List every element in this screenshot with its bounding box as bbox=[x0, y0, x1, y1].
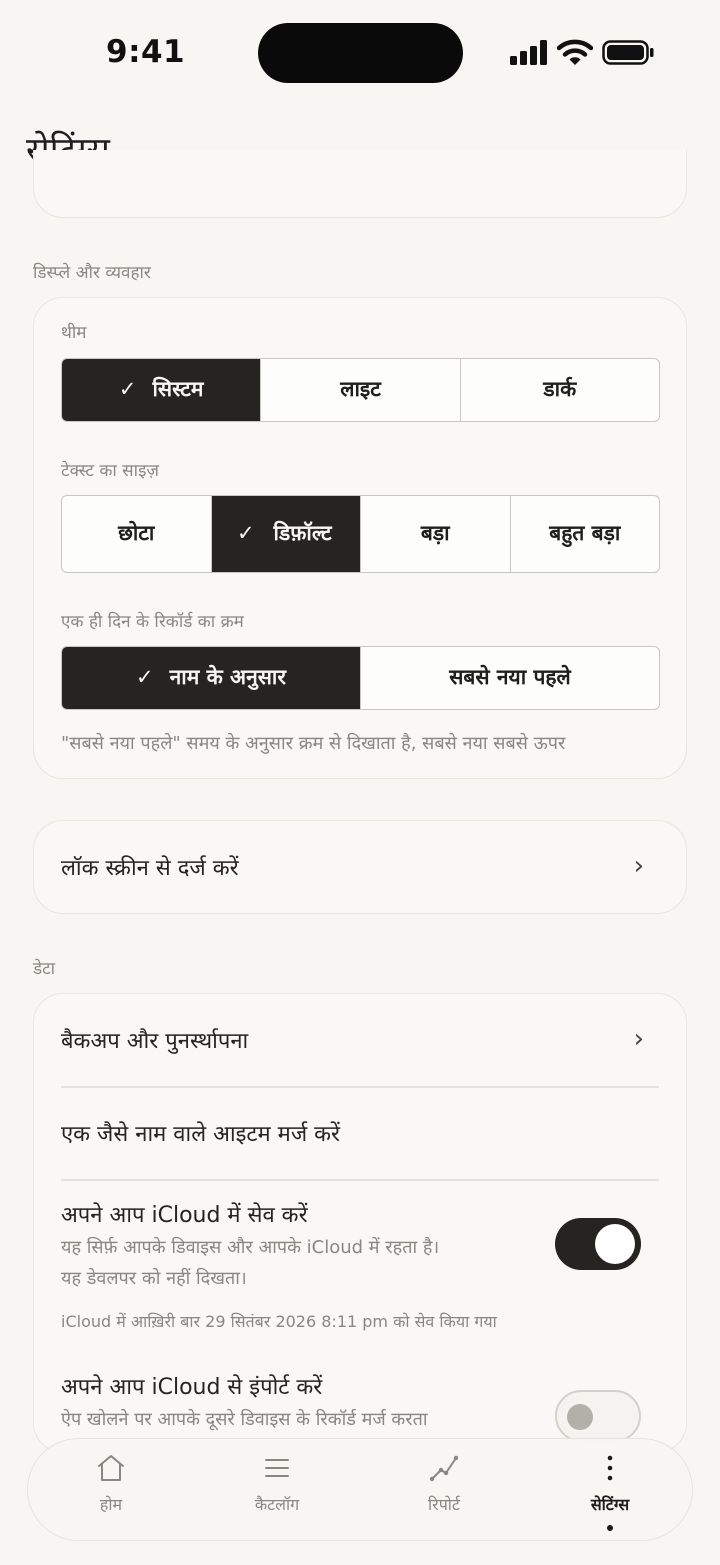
chevron-right-icon: › bbox=[633, 851, 644, 881]
record-order-option-by-name[interactable]: ✓ नाम के अनुसार bbox=[62, 647, 361, 709]
theme-segmented-control: ✓ सिस्टम लाइट डार्क bbox=[61, 358, 660, 422]
status-time: 9:41 bbox=[106, 34, 186, 70]
data-settings-card: बैकअप और पुनर्स्थापना › एक जैसे नाम वाले… bbox=[33, 993, 687, 1453]
auto-import-toggle[interactable] bbox=[555, 1390, 641, 1442]
section-label-data: डेटा bbox=[33, 959, 56, 979]
theme-option-label: सिस्टम bbox=[152, 377, 204, 402]
theme-option-system[interactable]: ✓ सिस्टम bbox=[62, 359, 262, 421]
auto-save-title: अपने आप iCloud में सेव करें bbox=[61, 1203, 308, 1228]
more-vertical-icon bbox=[607, 1455, 613, 1481]
theme-option-label: लाइट bbox=[340, 377, 381, 402]
tab-catalog[interactable]: कैटलॉग bbox=[194, 1439, 360, 1542]
theme-option-label: डार्क bbox=[543, 377, 577, 402]
status-bar: 9:41 bbox=[0, 0, 720, 105]
chart-icon bbox=[429, 1455, 459, 1482]
merge-items-label: एक जैसे नाम वाले आइटम मर्ज करें bbox=[61, 1122, 341, 1147]
tab-label: कैटलॉग bbox=[254, 1495, 300, 1514]
wifi-icon bbox=[557, 39, 593, 65]
active-tab-indicator bbox=[607, 1525, 613, 1531]
tab-label: सेटिंग्स bbox=[590, 1495, 630, 1514]
text-size-option-label: बड़ा bbox=[420, 521, 450, 546]
list-icon bbox=[265, 1459, 289, 1477]
record-order-option-label: सबसे नया पहले bbox=[449, 665, 571, 690]
auto-import-title: अपने आप iCloud से इंपोर्ट करें bbox=[61, 1375, 323, 1400]
tab-report[interactable]: रिपोर्ट bbox=[361, 1439, 527, 1542]
toggle-knob bbox=[595, 1224, 635, 1264]
tab-label: होम bbox=[99, 1495, 123, 1514]
text-size-option-label: डिफ़ॉल्ट bbox=[273, 521, 332, 546]
battery-icon bbox=[602, 40, 654, 65]
auto-save-toggle[interactable] bbox=[555, 1218, 641, 1270]
backup-restore-row[interactable]: बैकअप और पुनर्स्थापना › bbox=[34, 994, 686, 1087]
section-label-display: डिस्प्ले और व्यवहार bbox=[33, 263, 151, 283]
record-order-option-newest-first[interactable]: सबसे नया पहले bbox=[361, 647, 659, 709]
record-order-hint: "सबसे नया पहले" समय के अनुसार क्रम से दि… bbox=[61, 733, 566, 754]
text-size-label: टेक्स्ट का साइज़ bbox=[61, 461, 160, 481]
display-settings-card: थीम ✓ सिस्टम लाइट डार्क टेक्स्ट का साइज़… bbox=[33, 297, 687, 779]
tab-label: रिपोर्ट bbox=[428, 1495, 460, 1514]
text-size-option-xlarge[interactable]: बहुत बड़ा bbox=[511, 496, 660, 572]
text-size-option-label: बहुत बड़ा bbox=[549, 521, 621, 546]
record-order-label: एक ही दिन के रिकॉर्ड का क्रम bbox=[61, 612, 244, 632]
text-size-option-default[interactable]: ✓ डिफ़ॉल्ट bbox=[211, 496, 361, 572]
toggle-knob bbox=[567, 1404, 593, 1430]
divider bbox=[61, 1179, 659, 1181]
lock-screen-entry-label: लॉक स्क्रीन से दर्ज करें bbox=[61, 856, 239, 881]
lock-screen-entry-row[interactable]: लॉक स्क्रीन से दर्ज करें › bbox=[33, 820, 687, 914]
backup-restore-label: बैकअप और पुनर्स्थापना bbox=[61, 1029, 249, 1054]
record-order-segmented-control: ✓ नाम के अनुसार सबसे नया पहले bbox=[61, 646, 660, 710]
text-size-option-large[interactable]: बड़ा bbox=[361, 496, 511, 572]
previous-card bbox=[33, 150, 687, 218]
auto-import-description: ऐप खोलने पर आपके दूसरे डिवाइस के रिकॉर्ड… bbox=[61, 1409, 428, 1430]
auto-save-description-line2: यह डेवलपर को नहीं दिखता। bbox=[61, 1268, 247, 1289]
record-order-option-label: नाम के अनुसार bbox=[169, 665, 286, 690]
bottom-tab-bar: होम कैटलॉग रिपोर्ट सेटिंग्स bbox=[27, 1438, 693, 1541]
tab-home[interactable]: होम bbox=[28, 1439, 194, 1542]
checkmark-icon: ✓ bbox=[118, 377, 137, 402]
chevron-right-icon: › bbox=[633, 1024, 644, 1054]
text-size-segmented-control: छोटा ✓ डिफ़ॉल्ट बड़ा बहुत बड़ा bbox=[61, 495, 660, 573]
cellular-signal-icon bbox=[510, 40, 547, 65]
checkmark-icon: ✓ bbox=[236, 521, 255, 546]
theme-option-dark[interactable]: डार्क bbox=[461, 359, 659, 421]
theme-option-light[interactable]: लाइट bbox=[261, 359, 461, 421]
theme-label: थीम bbox=[61, 323, 87, 343]
home-icon bbox=[98, 1455, 124, 1481]
auto-save-description-line1: यह सिर्फ़ आपके डिवाइस और आपके iCloud में… bbox=[61, 1237, 440, 1258]
text-size-option-small[interactable]: छोटा bbox=[62, 496, 212, 572]
auto-save-last-saved: iCloud में आख़िरी बार 29 सितंबर 2026 8:1… bbox=[61, 1312, 497, 1331]
dynamic-island bbox=[258, 23, 463, 83]
tab-settings[interactable]: सेटिंग्स bbox=[527, 1439, 693, 1542]
text-size-option-label: छोटा bbox=[118, 521, 155, 546]
checkmark-icon: ✓ bbox=[136, 665, 154, 690]
merge-items-row[interactable]: एक जैसे नाम वाले आइटम मर्ज करें bbox=[34, 1088, 686, 1180]
